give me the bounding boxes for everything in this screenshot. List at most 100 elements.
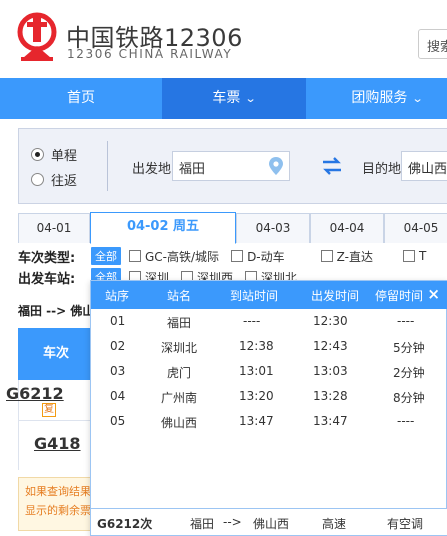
filter-gc-label: GC-高铁/城际 [145, 249, 220, 264]
train-number-link[interactable]: G418 [34, 434, 81, 453]
stop-name: 福田 [167, 316, 192, 330]
footer-aircon: 有空调 [387, 517, 424, 531]
date-tab-selected[interactable]: 04-02 周五 [90, 212, 236, 244]
date-tab[interactable]: 04-03 [236, 213, 310, 243]
to-station-input[interactable]: 佛山西 [401, 151, 447, 181]
col-arrive: 到站时间 [230, 289, 279, 303]
chevron-down-icon: ⌄ [245, 92, 257, 105]
radio-one-way-label: 单程 [51, 149, 78, 164]
stop-name: 深圳北 [161, 341, 198, 355]
date-tab[interactable]: 04-01 [18, 213, 90, 243]
brand-subtitle: 12306 CHINA RAILWAY [67, 47, 233, 61]
nav-tickets[interactable]: 车票 ⌄ [162, 78, 306, 119]
date-tabs: 04-01 04-02 周五 04-03 04-04 04-05 [18, 212, 447, 244]
radio-round-trip-label: 往返 [51, 174, 78, 189]
checkbox-icon[interactable] [129, 250, 141, 262]
nav-tickets-label: 车票 [212, 90, 241, 106]
chevron-down-icon: ⌄ [412, 92, 424, 105]
stop-arrive: 12:38 [239, 339, 274, 353]
stop-stay: 5分钟 [393, 341, 425, 355]
stop-arrive: 13:20 [239, 389, 274, 403]
stop-arrive: ---- [243, 314, 261, 328]
location-pin-icon[interactable] [269, 157, 283, 175]
stop-name: 广州南 [161, 391, 198, 405]
popup-footer: G6212次 福田 --> 佛山西 高速 有空调 [91, 508, 447, 535]
filter-t[interactable]: T [402, 249, 427, 263]
stop-row: 05 佛山西 13:47 13:47 ---- [91, 410, 447, 434]
main-nav: 首页 车票 ⌄ 团购服务 ⌄ [0, 78, 447, 119]
railway-logo-icon[interactable] [16, 12, 58, 62]
nav-group-label: 团购服务 [351, 90, 408, 106]
stop-arrive: 13:01 [239, 364, 274, 378]
stop-seq: 01 [110, 314, 126, 328]
site-search-input[interactable]: 搜索 [418, 29, 447, 59]
radio-unchecked-icon[interactable] [31, 173, 44, 186]
stop-seq: 04 [110, 389, 126, 403]
from-station-value: 福田 [179, 162, 206, 177]
footer-to: 佛山西 [253, 517, 290, 531]
checkbox-icon[interactable] [231, 250, 244, 262]
to-station-value: 佛山西 [408, 162, 447, 177]
fu-badge: 复 [42, 403, 56, 417]
page: 中国铁路12306 12306 CHINA RAILWAY 搜索 首页 车票 ⌄ … [0, 0, 447, 536]
row-divider [18, 420, 94, 421]
radio-round-trip[interactable]: 往返 [31, 170, 77, 189]
to-label: 目的地 [362, 162, 402, 177]
filter-d[interactable]: D-动车 [231, 248, 285, 265]
swap-stations-icon[interactable] [321, 156, 343, 176]
stop-seq: 02 [110, 339, 126, 353]
filter-d-label: D-动车 [247, 249, 285, 264]
stop-row: 04 广州南 13:20 13:28 8分钟 [91, 385, 447, 409]
col-seq: 站序 [105, 289, 130, 303]
route-summary: 福田 --> 佛山 [18, 304, 95, 318]
popup-header: 站序 站名 到站时间 出发时间 停留时间 × [91, 281, 447, 309]
stop-name: 虎门 [167, 366, 192, 380]
stop-stay: ---- [397, 414, 415, 428]
stop-depart: 12:30 [313, 314, 348, 328]
train-type-filter: 车次类型: 全部 GC-高铁/城际 D-动车 Z-直达 T [18, 246, 438, 266]
select-all-button[interactable]: 全部 [91, 247, 121, 265]
close-icon[interactable]: × [427, 285, 440, 303]
filter-t-label: T [418, 249, 427, 263]
footer-arrow: --> [223, 515, 242, 529]
checkbox-icon[interactable] [402, 250, 415, 262]
date-tab[interactable]: 04-04 [310, 213, 384, 243]
footer-train: G6212次 [97, 517, 153, 531]
filter-gc[interactable]: GC-高铁/城际 [129, 248, 219, 265]
stop-seq: 03 [110, 364, 126, 378]
footer-class: 高速 [322, 517, 347, 531]
stop-stay: 8分钟 [393, 391, 425, 405]
train-number-link[interactable]: G6212 [6, 384, 64, 403]
nav-home-label: 首页 [67, 90, 95, 106]
stop-depart: 13:03 [313, 364, 348, 378]
stop-depart: 12:43 [313, 339, 348, 353]
radio-checked-icon[interactable] [31, 148, 44, 161]
departure-station-label: 出发车站: [18, 271, 76, 287]
footer-from: 福田 [190, 517, 215, 531]
stop-name: 佛山西 [161, 416, 198, 430]
stop-row: 03 虎门 13:01 13:03 2分钟 [91, 360, 447, 384]
nav-home[interactable]: 首页 [0, 78, 162, 119]
filter-z-label: Z-直达 [336, 249, 373, 264]
from-station-input[interactable]: 福田 [172, 151, 290, 181]
stop-depart: 13:47 [313, 414, 348, 428]
stop-stay: 2分钟 [393, 366, 425, 380]
site-header: 中国铁路12306 12306 CHINA RAILWAY 搜索 [0, 0, 447, 78]
stop-seq: 05 [110, 414, 126, 428]
col-station: 站名 [167, 289, 192, 303]
stop-arrive: 13:47 [239, 414, 274, 428]
radio-one-way[interactable]: 单程 [31, 145, 77, 164]
ticket-query-panel: 单程 往返 出发地 福田 目的地 佛山西 [18, 128, 447, 204]
train-stops-popup: 站序 站名 到站时间 出发时间 停留时间 × 01 福田 ---- 12:30 … [90, 280, 447, 536]
train-type-label: 车次类型: [18, 250, 76, 266]
date-tab[interactable]: 04-05 [384, 213, 447, 243]
stop-row: 01 福田 ---- 12:30 ---- [91, 310, 447, 334]
results-column-train[interactable]: 车次 [18, 328, 94, 380]
stop-row: 02 深圳北 12:38 12:43 5分钟 [91, 335, 447, 359]
filter-z[interactable]: Z-直达 [320, 248, 373, 265]
checkbox-icon[interactable] [320, 250, 333, 262]
stop-depart: 13:28 [313, 389, 348, 403]
from-label: 出发地 [132, 162, 172, 177]
col-stay: 停留时间 [375, 289, 424, 303]
nav-group-service[interactable]: 团购服务 ⌄ [306, 78, 447, 119]
